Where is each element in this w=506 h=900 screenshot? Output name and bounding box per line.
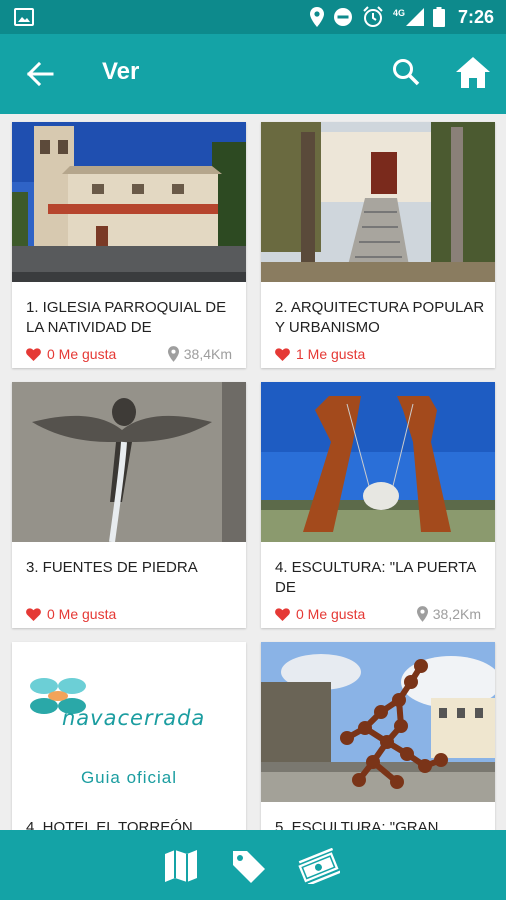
navacerrada-logo: navacerrada Guia oficial	[12, 642, 246, 802]
do-not-disturb-icon	[333, 8, 352, 26]
bottom-nav	[0, 830, 506, 900]
likes[interactable]: 0 Me gusta	[26, 606, 116, 622]
heart-icon	[275, 347, 290, 361]
place-card[interactable]: 1. IGLESIA PARROQUIAL DE LA NATIVIDAD DE…	[12, 122, 246, 368]
distance: 38,2Km	[416, 606, 481, 622]
likes[interactable]: 1 Me gusta	[275, 346, 365, 362]
distance-value: 38,2Km	[432, 606, 481, 622]
place-title: 4. ESCULTURA: "LA PUERTA DE	[275, 559, 476, 596]
place-card[interactable]: 4. ESCULTURA: "LA PUERTA DE 0 Me gusta 3…	[261, 382, 495, 628]
image-notification-icon	[14, 8, 34, 26]
likes[interactable]: 0 Me gusta	[26, 346, 116, 362]
sculpture-gran-photo	[261, 642, 495, 802]
likes-count: 0 Me gusta	[47, 606, 117, 622]
map-icon[interactable]	[162, 848, 200, 884]
heart-icon	[26, 607, 41, 621]
place-title: 1. IGLESIA PARROQUIAL DE LA NATIVIDAD DE	[26, 299, 227, 336]
home-icon[interactable]	[454, 54, 492, 92]
alarm-icon	[363, 6, 383, 27]
distance-value: 38,4Km	[183, 346, 232, 362]
signal-icon	[405, 8, 424, 26]
tag-icon[interactable]	[230, 848, 268, 884]
logo-subtitle: Guia oficial	[80, 768, 178, 787]
likes-count: 0 Me gusta	[47, 346, 117, 362]
money-icon[interactable]	[298, 848, 340, 884]
clock: 7:26	[457, 6, 494, 27]
place-title: 2. ARQUITECTURA POPULAR Y URBANISMO	[275, 299, 485, 336]
sculpture-gate-photo	[261, 382, 495, 542]
place-title: 4. HOTEL EL TORREÓN	[26, 819, 193, 830]
status-bar: 4G 7:26	[0, 0, 506, 34]
location-icon	[309, 7, 324, 27]
battery-icon	[432, 7, 445, 27]
architecture-photo	[261, 122, 495, 282]
place-card[interactable]: 3. FUENTES DE PIEDRA 0 Me gusta	[12, 382, 246, 628]
app-bar: Ver	[0, 34, 506, 114]
heart-icon	[275, 607, 290, 621]
place-card[interactable]: 5. ESCULTURA: "GRAN	[261, 642, 495, 830]
places-grid: 1. IGLESIA PARROQUIAL DE LA NATIVIDAD DE…	[0, 114, 506, 830]
likes-count: 1 Me gusta	[296, 346, 366, 362]
location-pin-icon	[167, 346, 179, 362]
heart-icon	[26, 347, 41, 361]
search-icon[interactable]	[390, 56, 422, 88]
place-title: 5. ESCULTURA: "GRAN	[275, 819, 439, 830]
back-arrow-icon[interactable]	[24, 58, 56, 90]
place-card[interactable]: navacerrada Guia oficial 4. HOTEL EL TOR…	[12, 642, 246, 830]
logo-text: navacerrada	[62, 706, 206, 730]
likes-count: 0 Me gusta	[296, 606, 366, 622]
stone-fountain-photo	[12, 382, 246, 542]
page-title: Ver	[102, 58, 140, 85]
place-card[interactable]: 2. ARQUITECTURA POPULAR Y URBANISMO 1 Me…	[261, 122, 495, 368]
network-type: 4G	[392, 8, 405, 18]
distance: 38,4Km	[167, 346, 232, 362]
likes[interactable]: 0 Me gusta	[275, 606, 365, 622]
place-title: 3. FUENTES DE PIEDRA	[26, 559, 198, 576]
church-photo	[12, 122, 246, 282]
location-pin-icon	[416, 606, 428, 622]
